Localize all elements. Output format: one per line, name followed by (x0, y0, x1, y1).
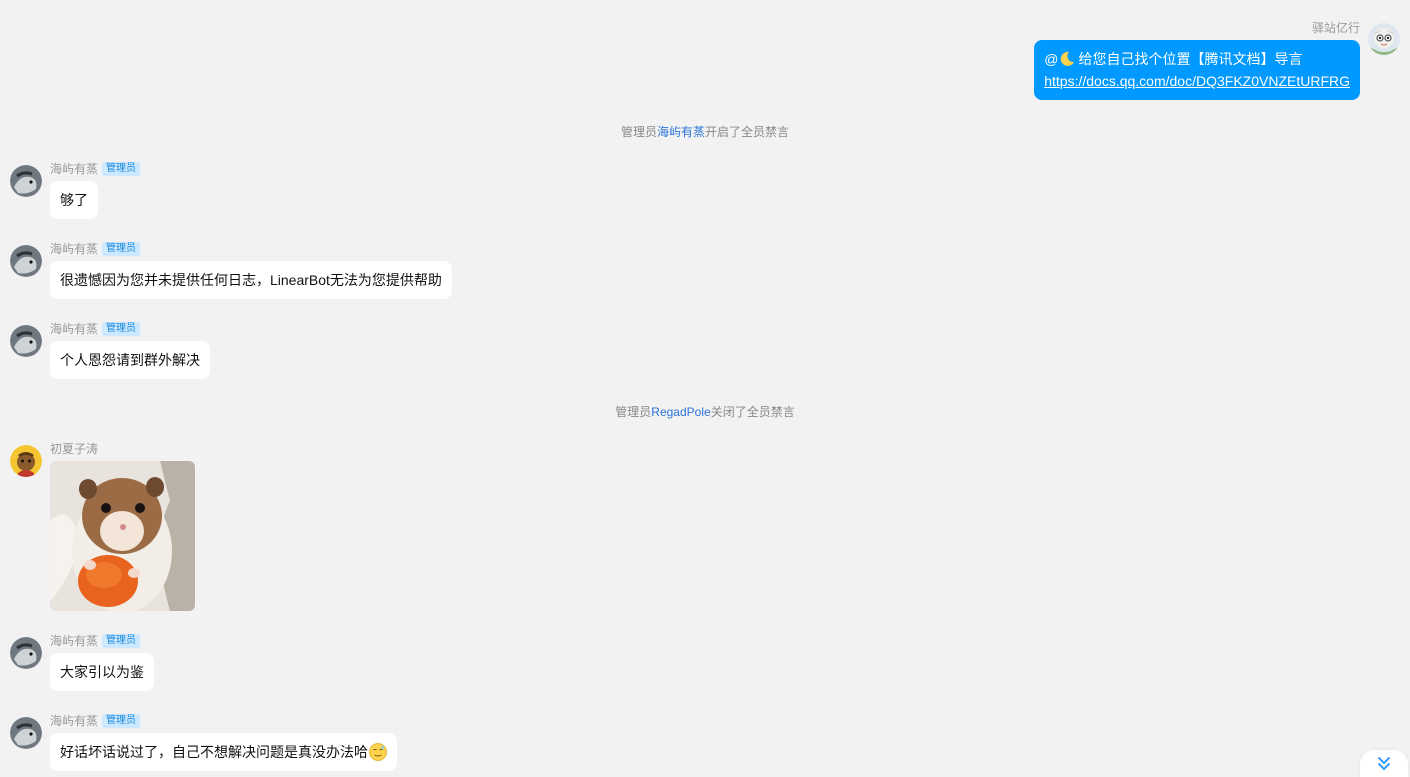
message-bubble[interactable]: 好话坏话说过了，自己不想解决问题是真没办法哈 (50, 733, 397, 771)
incoming-message: 海屿有蒸 管理员 大家引以为鉴 (10, 633, 154, 691)
admin-badge: 管理员 (102, 322, 141, 336)
incoming-message: 海屿有蒸 管理员 很遗憾因为您并未提供任何日志，LinearBot无法为您提供帮助 (10, 241, 452, 299)
avatar[interactable] (10, 245, 42, 277)
message-bubble[interactable]: 个人恩怨请到群外解决 (50, 341, 210, 379)
admin-badge: 管理员 (102, 162, 141, 176)
incoming-message: 海屿有蒸 管理员 好话坏话说过了，自己不想解决问题是真没办法哈 (10, 713, 397, 771)
message-bubble[interactable]: 够了 (50, 181, 98, 219)
notice-admin-name[interactable]: 海屿有蒸 (657, 125, 705, 139)
admin-badge: 管理员 (102, 242, 141, 256)
sender-name[interactable]: 海屿有蒸 (50, 321, 98, 337)
avatar[interactable] (10, 445, 42, 477)
avatar[interactable] (10, 717, 42, 749)
admin-badge: 管理员 (102, 634, 141, 648)
scroll-to-bottom-button[interactable] (1360, 750, 1408, 777)
message-text: 好话坏话说过了，自己不想解决问题是真没办法哈 (60, 744, 368, 760)
avatar[interactable] (10, 165, 42, 197)
admin-badge: 管理员 (102, 714, 141, 728)
avatar[interactable] (10, 325, 42, 357)
my-avatar[interactable] (1368, 23, 1400, 55)
sender-name[interactable]: 海屿有蒸 (50, 241, 98, 257)
message-bubble[interactable]: @ 给您自己找个位置【腾讯文档】导言 https://docs.qq.com/do… (1034, 40, 1360, 100)
chat-history[interactable]: 驿站亿行 @ 给您自己找个位置【腾讯文档】导言 https://docs.qq.c… (0, 0, 1410, 777)
sender-name[interactable]: 初夏子涛 (50, 441, 98, 457)
awkward-smile-emoji-icon (369, 743, 387, 761)
mention-at[interactable]: @ (1044, 51, 1058, 67)
message-text: 给您自己找个位置【腾讯文档】导言 (1078, 51, 1303, 67)
doc-link[interactable]: https://docs.qq.com/doc/DQ3FKZ0VNZEtURFR… (1044, 70, 1350, 92)
hamster-photo[interactable] (50, 461, 195, 611)
sender-name[interactable]: 驿站亿行 (1312, 20, 1360, 36)
sender-name[interactable]: 海屿有蒸 (50, 633, 98, 649)
system-notice: 管理员海屿有蒸开启了全员禁言 (620, 125, 790, 139)
sender-name[interactable]: 海屿有蒸 (50, 713, 98, 729)
incoming-message: 初夏子涛 (10, 441, 195, 611)
message-bubble[interactable]: 大家引以为鉴 (50, 653, 154, 691)
incoming-message: 海屿有蒸 管理员 够了 (10, 161, 141, 219)
crescent-moon-icon (1061, 51, 1075, 66)
outgoing-message: 驿站亿行 @ 给您自己找个位置【腾讯文档】导言 https://docs.qq.c… (1034, 20, 1400, 100)
double-chevron-down-icon (1378, 756, 1390, 770)
system-notice: 管理员RegadPole关闭了全员禁言 (615, 405, 795, 419)
incoming-message: 海屿有蒸 管理员 个人恩怨请到群外解决 (10, 321, 210, 379)
message-bubble[interactable]: 很遗憾因为您并未提供任何日志，LinearBot无法为您提供帮助 (50, 261, 452, 299)
sender-name[interactable]: 海屿有蒸 (50, 161, 98, 177)
notice-admin-name[interactable]: RegadPole (651, 405, 710, 419)
avatar[interactable] (10, 637, 42, 669)
